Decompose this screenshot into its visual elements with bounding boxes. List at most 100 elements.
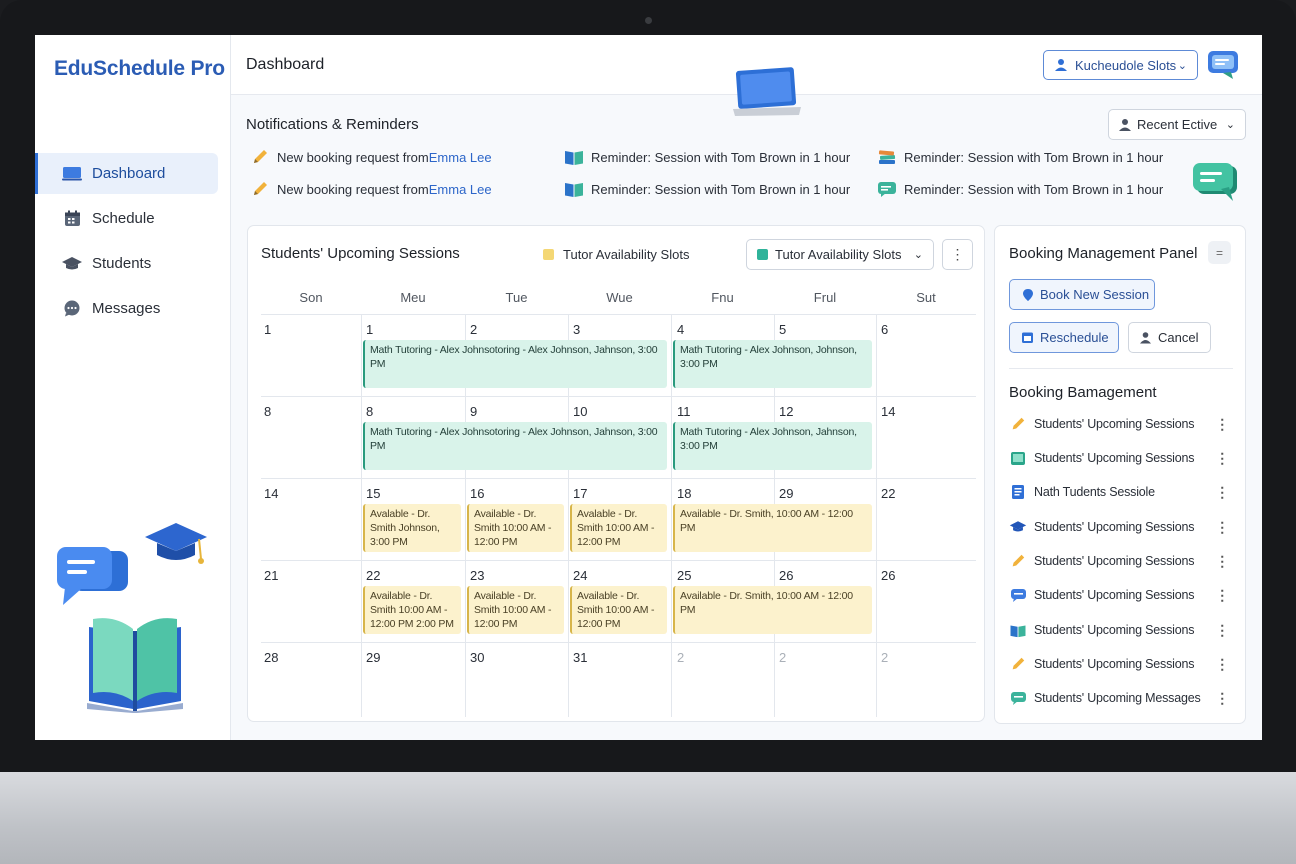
recent-actions-dropdown[interactable]: Recent Ective ⌄ xyxy=(1108,109,1246,140)
day-number[interactable]: 24 xyxy=(573,568,587,583)
booking-list-item[interactable]: Students' Upcoming Sessions ⋮ xyxy=(1009,619,1233,641)
more-options-icon[interactable]: ⋮ xyxy=(1215,622,1229,639)
grid-line xyxy=(361,314,362,717)
more-options-icon[interactable]: ⋮ xyxy=(1215,690,1229,707)
sidebar-item-messages[interactable]: Messages xyxy=(35,288,218,329)
notification-item[interactable]: Reminder: Session with Tom Brown in 1 ho… xyxy=(564,180,850,198)
user-icon xyxy=(1119,118,1131,131)
booking-list-item[interactable]: Students' Upcoming Messages ⋮ xyxy=(1009,687,1233,709)
availability-slot[interactable]: Available - Dr. Smith 10:00 AM - 12:00 P… xyxy=(363,586,461,634)
day-number[interactable]: 26 xyxy=(881,568,895,583)
notification-item[interactable]: New booking request from Emma Lee xyxy=(250,148,492,166)
day-number[interactable]: 9 xyxy=(470,404,477,419)
chat-icon[interactable] xyxy=(1207,50,1239,80)
notification-text: Reminder: Session with Tom Brown in 1 ho… xyxy=(904,181,1164,197)
notification-link[interactable]: Emma Lee xyxy=(429,182,492,197)
panel-menu-button[interactable]: = xyxy=(1208,241,1231,264)
availability-slot[interactable]: Avalable - Dr. Smith Johnson, 3:00 PM xyxy=(363,504,461,552)
availability-select[interactable]: Tutor Availability Slots ⌄ xyxy=(746,239,934,270)
booking-list-item[interactable]: Students' Upcoming Sessions ⋮ xyxy=(1009,550,1233,572)
session-event[interactable]: Math Tutoring - Alex Johnson, Johnson, 3… xyxy=(673,340,872,388)
notification-item[interactable]: Reminder: Session with Tom Brown in 1 ho… xyxy=(564,148,850,166)
booking-list-item[interactable]: Students' Upcoming Sessions ⋮ xyxy=(1009,447,1233,469)
notification-item[interactable]: Reminder: Session with Tom Brown in 1 ho… xyxy=(877,180,1163,198)
more-options-icon[interactable]: ⋮ xyxy=(1215,519,1229,536)
booking-list-item[interactable]: Students' Upcoming Sessions ⋮ xyxy=(1009,516,1233,538)
notification-item[interactable]: Reminder: Session with Tom Brown in 1 ho… xyxy=(877,148,1163,166)
day-number[interactable]: 25 xyxy=(677,568,691,583)
cancel-button[interactable]: Cancel xyxy=(1128,322,1211,353)
day-number[interactable]: 2 xyxy=(779,650,786,665)
slots-dropdown-button[interactable]: Kucheudole Slots ⌄ xyxy=(1043,50,1198,80)
day-number[interactable]: 10 xyxy=(573,404,587,419)
day-number[interactable]: 12 xyxy=(779,404,793,419)
notification-link[interactable]: Emma Lee xyxy=(429,150,492,165)
day-number[interactable]: 26 xyxy=(779,568,793,583)
more-options-icon[interactable]: ⋮ xyxy=(1215,416,1229,433)
notification-item[interactable]: New booking request from Emma Lee xyxy=(250,180,492,198)
day-number[interactable]: 22 xyxy=(881,486,895,501)
day-number[interactable]: 22 xyxy=(366,568,380,583)
session-event[interactable]: Math Tutoring - Alex Johnsotoring - Alex… xyxy=(363,340,667,388)
day-number[interactable]: 28 xyxy=(264,650,278,665)
day-number[interactable]: 8 xyxy=(264,404,271,419)
monitor-chin xyxy=(0,772,1296,864)
booking-list-item[interactable]: Nath Tudents Sessiole ⋮ xyxy=(1009,481,1233,503)
day-number[interactable]: 23 xyxy=(470,568,484,583)
day-number[interactable]: 31 xyxy=(573,650,587,665)
day-number[interactable]: 3 xyxy=(573,322,580,337)
availability-slot[interactable]: Available - Dr. Smith 10:00 AM - 12:00 P… xyxy=(570,586,667,634)
booking-item-label: Students' Upcoming Sessions xyxy=(1034,520,1195,534)
day-number[interactable]: 2 xyxy=(470,322,477,337)
day-number[interactable]: 17 xyxy=(573,486,587,501)
day-number[interactable]: 2 xyxy=(677,650,684,665)
day-number[interactable]: 29 xyxy=(366,650,380,665)
availability-slot[interactable]: Avalable - Dr. Smith 10:00 AM - 12:00 PM xyxy=(570,504,667,552)
pencil-icon xyxy=(1009,416,1027,432)
day-number[interactable]: 8 xyxy=(366,404,373,419)
day-number[interactable]: 30 xyxy=(470,650,484,665)
availability-slot[interactable]: Available - Dr. Smith 10:00 AM - 12:00 P… xyxy=(467,504,564,552)
booking-list-item[interactable]: Students' Upcoming Sessions ⋮ xyxy=(1009,584,1233,606)
graduation-cap-icon xyxy=(1009,519,1027,535)
calendar-more-button[interactable]: ⋮ xyxy=(942,239,973,270)
sidebar-item-students[interactable]: Students xyxy=(35,243,218,284)
day-number[interactable]: 4 xyxy=(677,322,684,337)
day-number[interactable]: 21 xyxy=(264,568,278,583)
availability-slot[interactable]: Available - Dr. Smith 10:00 AM - 12:00 P… xyxy=(467,586,564,634)
day-number[interactable]: 6 xyxy=(881,322,888,337)
day-number[interactable]: 1 xyxy=(264,322,271,337)
more-options-icon[interactable]: ⋮ xyxy=(1215,484,1229,501)
day-number[interactable]: 5 xyxy=(779,322,786,337)
booking-list-item[interactable]: Students' Upcoming Sessions ⋮ xyxy=(1009,413,1233,435)
day-number[interactable]: 11 xyxy=(677,404,691,419)
session-event[interactable]: Math Tutoring - Alex Johnson, Jahnson, 3… xyxy=(673,422,872,470)
sidebar-item-schedule[interactable]: Schedule xyxy=(35,198,218,239)
day-number[interactable]: 1 xyxy=(366,322,373,337)
sidebar-item-dashboard[interactable]: Dashboard xyxy=(35,153,218,194)
day-number[interactable]: 14 xyxy=(264,486,278,501)
booking-item-label: Students' Upcoming Sessions xyxy=(1034,451,1195,465)
more-options-icon[interactable]: ⋮ xyxy=(1215,587,1229,604)
chevron-down-icon: ⌄ xyxy=(1177,59,1187,72)
day-header: Tue xyxy=(505,289,528,305)
day-number[interactable]: 15 xyxy=(366,486,380,501)
day-number[interactable]: 14 xyxy=(881,404,895,419)
more-options-icon[interactable]: ⋮ xyxy=(1215,553,1229,570)
day-number[interactable]: 29 xyxy=(779,486,793,501)
session-event[interactable]: Math Tutoring - Alex Johnsotoring - Alex… xyxy=(363,422,667,470)
open-book-icon xyxy=(87,618,183,713)
availability-slot[interactable]: Available - Dr. Smith, 10:00 AM - 12:00 … xyxy=(673,504,872,552)
availability-slot[interactable]: Available - Dr. Smith, 10:00 AM - 12:00 … xyxy=(673,586,872,634)
day-number[interactable]: 18 xyxy=(677,486,691,501)
day-number[interactable]: 16 xyxy=(470,486,484,501)
reschedule-button[interactable]: Reschedule xyxy=(1009,322,1119,353)
booking-list-item[interactable]: Students' Upcoming Sessions ⋮ xyxy=(1009,653,1233,675)
book-new-session-button[interactable]: Book New Session xyxy=(1009,279,1155,310)
slots-button-label: Kucheudole Slots xyxy=(1075,57,1177,73)
location-pin-icon xyxy=(1023,288,1033,301)
more-options-icon[interactable]: ⋮ xyxy=(1215,656,1229,673)
day-number[interactable]: 2 xyxy=(881,650,888,665)
availability-select-label: Tutor Availability Slots xyxy=(775,247,902,262)
more-options-icon[interactable]: ⋮ xyxy=(1215,450,1229,467)
